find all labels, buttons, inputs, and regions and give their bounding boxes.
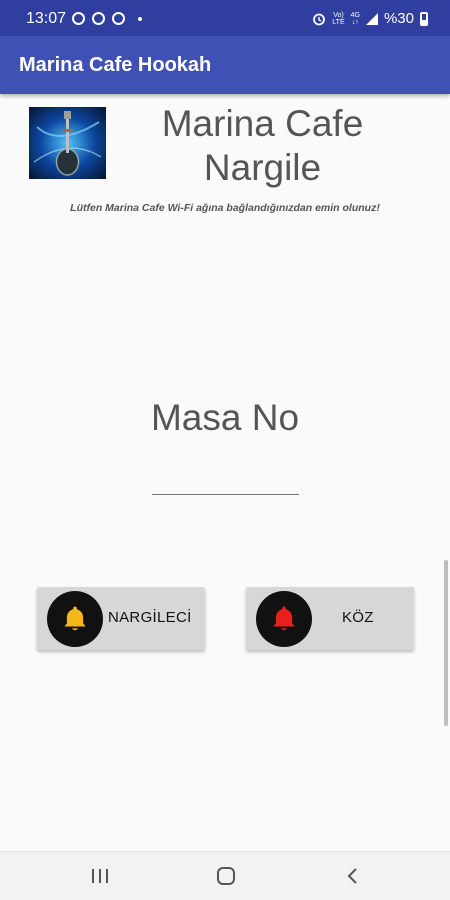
app-notification-icon — [112, 12, 125, 25]
home-icon — [217, 867, 235, 885]
bell-icon — [273, 606, 295, 631]
call-coal-label: KÖZ — [342, 609, 374, 626]
status-bar: 13:07 Vo) LTE 4G ↓↑ %30 — [0, 0, 450, 36]
clock-notification-icon — [92, 12, 105, 25]
app-title: Marina Cafe Hookah — [19, 54, 212, 76]
scrollbar[interactable] — [444, 560, 448, 726]
battery-icon — [420, 11, 428, 26]
wifi-notice: Lütfen Marina Cafe Wi-Fi ağına bağlandığ… — [70, 202, 380, 214]
back-button[interactable] — [340, 865, 364, 887]
table-number-label: Masa No — [150, 397, 300, 438]
navigation-bar — [0, 851, 450, 900]
call-hookah-label: NARGİLECİ — [108, 609, 192, 626]
app-bar: Marina Cafe Hookah — [0, 36, 450, 94]
bell-icon — [64, 606, 86, 631]
status-time: 13:07 — [26, 10, 67, 27]
table-number-input[interactable] — [152, 471, 299, 495]
back-icon — [347, 868, 357, 884]
recent-apps-button[interactable] — [88, 865, 112, 887]
cafe-title: Marina Cafe Nargile — [161, 103, 364, 188]
volte-icon: Vo) LTE — [332, 11, 345, 26]
call-coal-button[interactable]: KÖZ — [246, 587, 414, 650]
battery-percent: %30 — [383, 10, 414, 27]
mobile-data-icon: 4G ↓↑ — [350, 11, 360, 26]
call-hookah-button[interactable]: NARGİLECİ — [37, 587, 205, 650]
home-button[interactable] — [214, 865, 238, 887]
alarm-icon — [313, 13, 326, 25]
signal-icon — [365, 12, 378, 25]
recent-apps-icon — [92, 869, 108, 883]
hookah-logo-icon — [29, 107, 106, 179]
whatsapp-icon — [72, 12, 85, 25]
more-notifications-icon — [138, 16, 142, 21]
